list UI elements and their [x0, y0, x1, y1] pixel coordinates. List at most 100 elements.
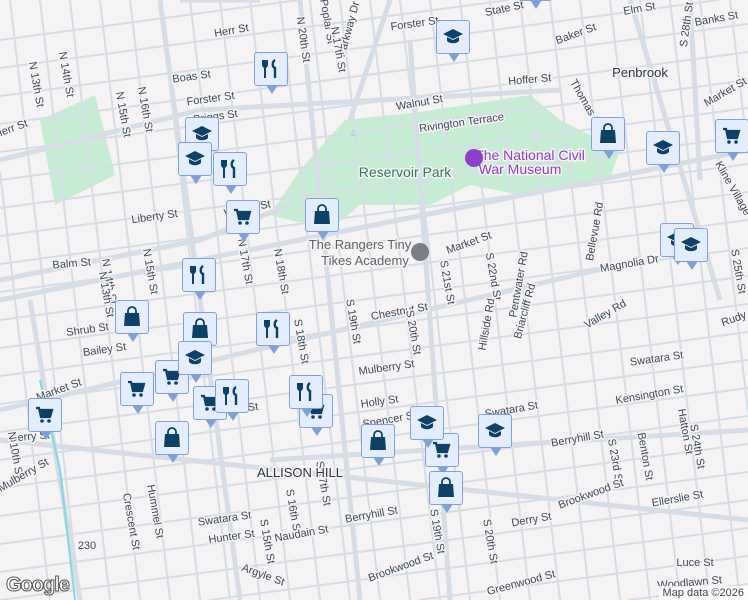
restaurant-marker[interactable]: [289, 375, 323, 417]
street-label: Rudy: [720, 309, 748, 329]
street-label: Brookwood St: [557, 477, 625, 512]
street-label: Hummel St: [144, 484, 165, 540]
bag-icon: [438, 477, 454, 497]
map-canvas[interactable]: Herr St N 20th St Poplar St Parkway Dr Forst…: [0, 0, 748, 600]
street-label: Greenwood St: [486, 568, 557, 598]
place-pin-icon[interactable]: [411, 243, 429, 261]
grocery-marker[interactable]: [715, 119, 748, 161]
street-label: State St: [484, 0, 525, 19]
restaurant-icon: [262, 59, 277, 78]
shopping-marker[interactable]: [115, 300, 149, 342]
street-label: Crescent St: [120, 492, 142, 551]
bag-icon: [600, 123, 616, 143]
street-label: Walnut St: [395, 93, 444, 113]
street-label: Herr St: [213, 22, 249, 40]
place-label: Reservoir Park: [359, 164, 453, 180]
google-logo: Google: [6, 574, 71, 597]
place-label: Tikes Academy: [321, 253, 409, 268]
street-label: S 22nd St: [483, 252, 503, 302]
grocery-marker[interactable]: [120, 372, 154, 414]
restaurant-marker[interactable]: [182, 258, 216, 300]
street-label: Boas St: [172, 68, 212, 85]
street-label: Kensington St: [615, 383, 685, 407]
street-label: Kline Village: [712, 159, 748, 217]
shopping-marker[interactable]: [429, 471, 463, 513]
street-label: Berryhill St: [344, 505, 398, 526]
street-label: N 17th St: [235, 238, 255, 285]
school-marker[interactable]: [478, 414, 512, 456]
restaurant-marker[interactable]: [215, 379, 249, 421]
street-label: Mulberry St: [0, 456, 51, 495]
school-icon: [185, 350, 205, 365]
street-label: Market St: [702, 75, 748, 109]
school-icon: [653, 140, 673, 155]
restaurant-marker[interactable]: [254, 52, 288, 94]
school-marker[interactable]: [646, 131, 680, 173]
school-icon: [681, 237, 701, 252]
restaurant-icon: [297, 382, 312, 401]
bag-icon: [164, 427, 180, 447]
street-label: Forster St: [186, 90, 235, 109]
grocery-marker[interactable]: [28, 398, 62, 440]
school-marker[interactable]: [178, 142, 212, 184]
street-label: Holly St: [360, 393, 399, 410]
route-shield: 230: [78, 540, 96, 552]
map-labels: Herr St N 20th St Poplar St Parkway Dr Forst…: [0, 0, 748, 599]
street-label: Hoffer St: [508, 72, 552, 88]
bag-icon: [124, 306, 140, 326]
area-label: ALLISON HILL: [257, 465, 343, 480]
street-label: Chestnut St: [370, 301, 429, 323]
shopping-marker[interactable]: [591, 117, 625, 159]
street-label: S 15th St: [257, 518, 277, 565]
cart-icon: [128, 380, 146, 397]
street-label: S 19th St: [427, 508, 447, 555]
street-label: Swatara St: [197, 509, 252, 528]
street-label: Luce St: [676, 557, 713, 569]
shopping-marker[interactable]: [155, 421, 189, 463]
bag-icon: [370, 430, 386, 450]
street-label: S 21st St: [437, 259, 457, 305]
street-label: Benton St: [635, 432, 655, 482]
street-label: S 19th St: [343, 298, 363, 345]
street-label: Bellevue Rd: [584, 201, 606, 262]
street-label: Herr St: [0, 118, 29, 141]
school-marker[interactable]: [410, 406, 444, 448]
restaurant-marker[interactable]: [213, 152, 247, 194]
street-label: Elm St: [622, 0, 656, 17]
area-label: Penbrook: [612, 65, 668, 80]
street-label: Rivington Terrace: [418, 111, 504, 135]
museum-pin-icon[interactable]: [465, 149, 483, 167]
shopping-marker[interactable]: [305, 198, 339, 240]
street-label: Swatara St: [629, 349, 684, 368]
cart-icon: [433, 441, 451, 458]
street-label: S 28th St: [678, 1, 696, 47]
street-label: Ellerslie St: [651, 489, 704, 510]
school-icon: [485, 423, 505, 438]
street-label: Balm St: [52, 256, 91, 271]
restaurant-marker[interactable]: [256, 312, 290, 354]
street-label: N 13th St: [26, 61, 46, 108]
grocery-marker[interactable]: [518, 0, 552, 9]
school-marker[interactable]: [674, 228, 708, 270]
street-label: N 16th St: [135, 86, 155, 133]
grocery-marker[interactable]: [226, 200, 260, 242]
restaurant-icon: [190, 265, 205, 284]
street-label: Mulberry St: [358, 358, 415, 378]
shopping-marker[interactable]: [361, 424, 395, 466]
map-attribution[interactable]: Map data ©2026: [658, 586, 748, 600]
street-label: S 18th St: [291, 318, 311, 365]
street-label: Derry St: [511, 511, 553, 530]
street-label: N 18th St: [271, 248, 291, 295]
street-label: Banks St: [694, 9, 739, 28]
school-marker[interactable]: [436, 20, 470, 62]
street-label: S 25th St: [728, 248, 748, 295]
street-label: Bailey St: [82, 341, 127, 359]
restaurant-icon: [264, 319, 279, 338]
street-label: Valley Rd: [582, 298, 628, 332]
school-marker[interactable]: [178, 341, 212, 383]
street-label: S 20th St: [403, 309, 423, 356]
school-icon: [417, 415, 437, 430]
bag-icon: [192, 318, 208, 338]
cart-icon: [36, 406, 54, 423]
cart-icon: [234, 208, 252, 225]
